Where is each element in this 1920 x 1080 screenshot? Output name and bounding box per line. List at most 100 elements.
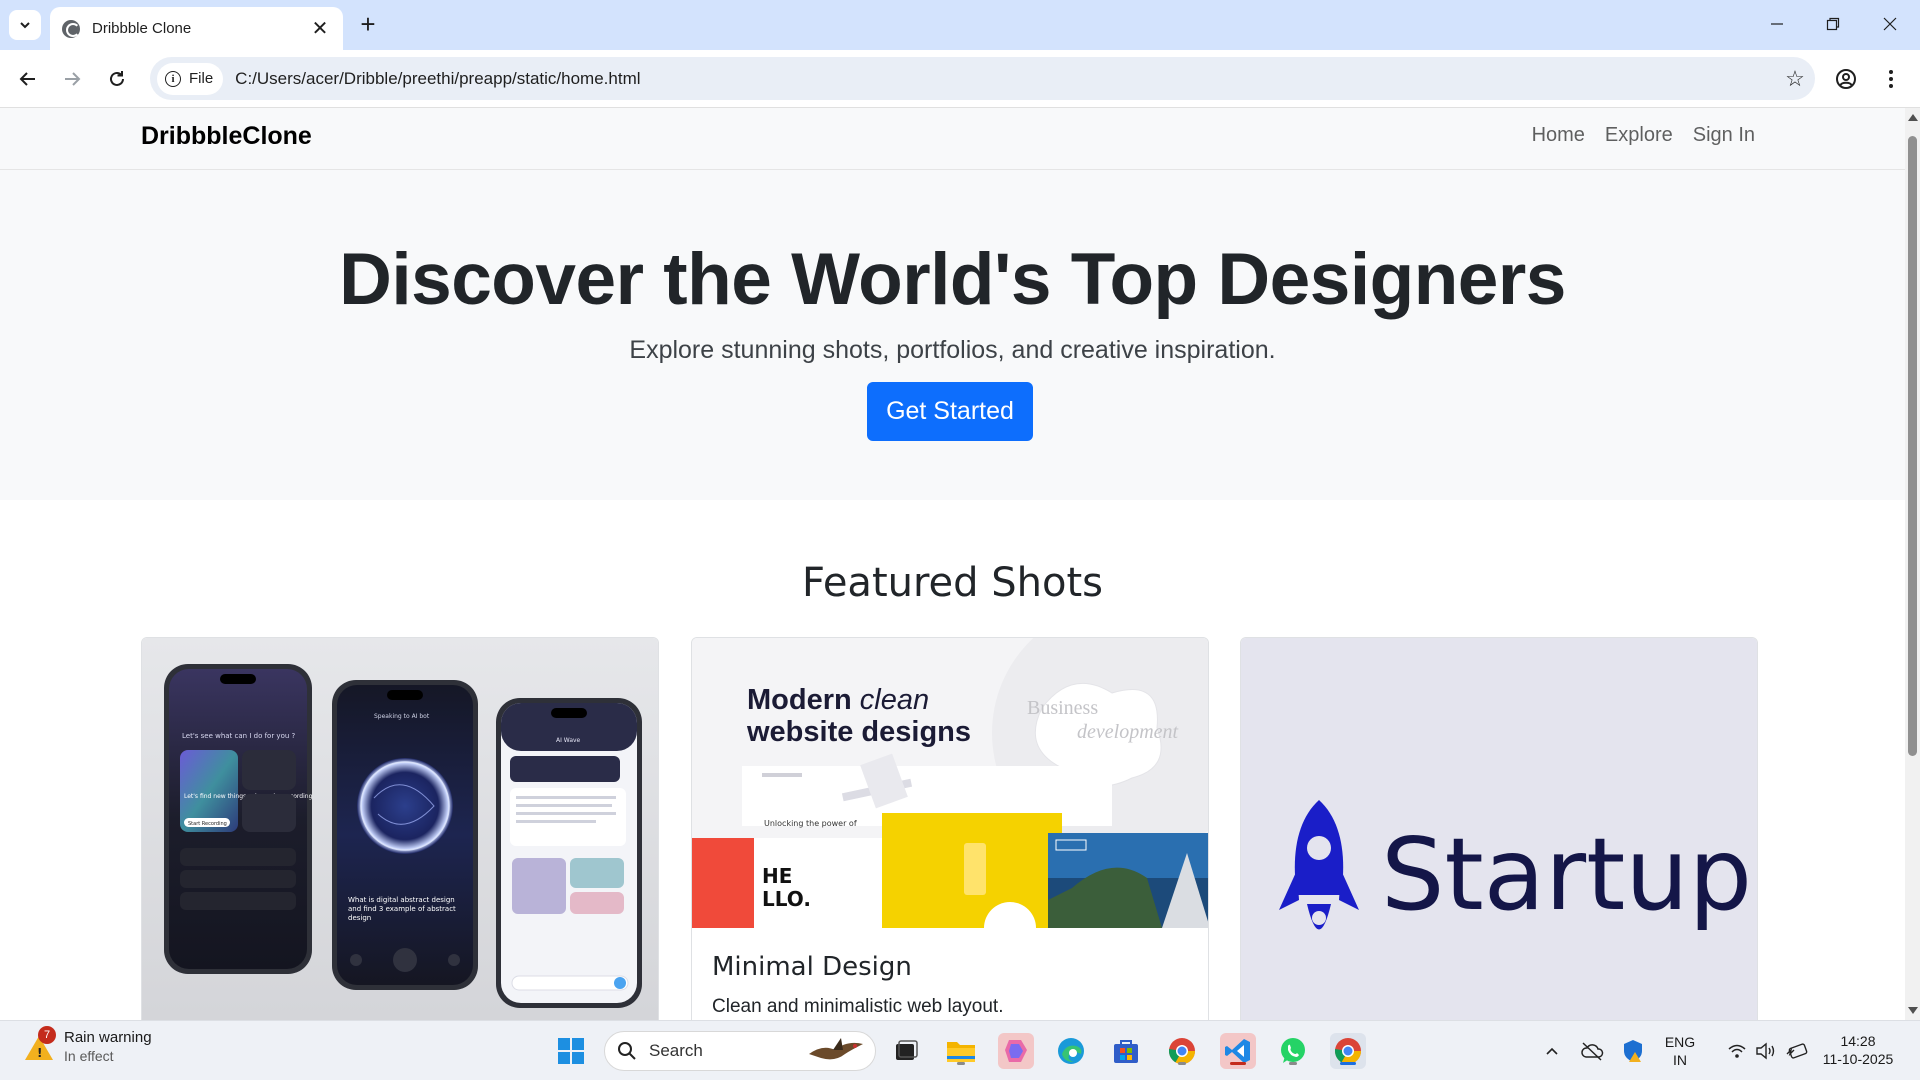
clock-date: 11-10-2025 — [1822, 1051, 1894, 1067]
close-icon — [1883, 17, 1897, 31]
clock[interactable]: 14:28 11-10-2025 — [1812, 1032, 1904, 1068]
browser-tab[interactable]: Dribbble Clone ✕ — [50, 7, 343, 50]
quick-settings-button[interactable] — [1713, 1033, 1823, 1069]
shot-card-startup[interactable]: Startup — [1240, 637, 1758, 1020]
phone1-greeting: Let's see what can I do for you ? — [182, 732, 296, 740]
new-tab-button[interactable]: + — [352, 10, 384, 40]
scroll-up-arrow-icon[interactable] — [1908, 114, 1918, 121]
vscode-button[interactable] — [1220, 1033, 1256, 1069]
volume-icon — [1756, 1042, 1775, 1060]
weather-widget[interactable]: ! 7 Rain warning In effect — [22, 1025, 152, 1064]
reload-icon — [110, 71, 124, 86]
bird-illustration-icon — [809, 1038, 863, 1060]
profile-button[interactable] — [1829, 62, 1863, 96]
weather-badge: 7 — [38, 1025, 56, 1044]
shot-card-ai-app[interactable]: Let's see what can I do for you ? Let's … — [141, 637, 659, 1020]
phone2-header: Speaking to AI bot — [374, 713, 430, 720]
weather-subtitle: In effect — [64, 1048, 114, 1064]
wifi-icon — [1728, 1044, 1746, 1058]
forward-button[interactable] — [55, 62, 89, 96]
address-bar[interactable]: i File C:/Users/acer/Dribble/preethi/pre… — [150, 57, 1815, 100]
task-view-button[interactable] — [888, 1033, 924, 1069]
windows-taskbar: ! 7 Rain warning In effect Search ENG IN… — [0, 1020, 1920, 1080]
site-navbar: DribbbleClone Home Explore Sign In — [0, 108, 1905, 170]
back-button[interactable] — [11, 62, 45, 96]
cloud-off-icon — [1581, 1042, 1604, 1061]
card-body: Minimal Design Clean and minimalistic we… — [692, 928, 1208, 1020]
shot-image-ai-app: Let's see what can I do for you ? Let's … — [142, 638, 658, 1020]
get-started-button[interactable]: Get Started — [867, 382, 1033, 441]
menu-button[interactable] — [1874, 62, 1908, 96]
nav-link-home[interactable]: Home — [1532, 124, 1585, 147]
arrow-left-icon — [19, 72, 35, 86]
startup-logo-text: Startup — [1381, 816, 1753, 933]
windows-logo-icon — [558, 1038, 584, 1064]
start-button[interactable] — [553, 1033, 589, 1069]
chrome-button-2[interactable] — [1330, 1033, 1366, 1069]
business-development-text: Business development — [1027, 697, 1179, 743]
restore-icon — [1826, 17, 1840, 31]
store-icon — [1114, 1040, 1138, 1063]
shot-image-minimal-design: Unlocking the power of HE LLO. Modern cl… — [692, 638, 1208, 928]
browser-tab-strip: Dribbble Clone ✕ + — [0, 0, 1920, 50]
battery-charging-icon — [1786, 1043, 1808, 1059]
page-scrollbar[interactable] — [1905, 108, 1920, 1020]
whatsapp-button[interactable] — [1275, 1033, 1311, 1069]
file-explorer-button[interactable] — [943, 1033, 979, 1069]
edge-button[interactable] — [1053, 1033, 1089, 1069]
bookmark-star-icon[interactable]: ☆ — [1775, 66, 1815, 92]
reload-button[interactable] — [100, 62, 134, 96]
copilot-button[interactable] — [998, 1033, 1034, 1069]
file-chip-label: File — [189, 70, 214, 87]
scroll-thumb[interactable] — [1908, 136, 1917, 756]
task-view-icon — [896, 1040, 918, 1060]
minimal-design-artwork: Unlocking the power of HE LLO. — [692, 638, 1208, 928]
shield-warning-icon — [1624, 1040, 1642, 1062]
url-text[interactable]: C:/Users/acer/Dribble/preethi/preapp/sta… — [235, 69, 1775, 89]
folder-icon — [947, 1042, 975, 1062]
restore-button[interactable] — [1811, 8, 1855, 40]
chevron-down-icon — [20, 22, 30, 29]
tab-search-button[interactable] — [9, 10, 41, 40]
info-icon: i — [165, 70, 181, 87]
nav-link-sign-in[interactable]: Sign In — [1693, 124, 1755, 147]
globe-icon — [62, 19, 80, 38]
site-brand[interactable]: DribbbleClone — [141, 122, 312, 151]
hero-subtitle: Explore stunning shots, portfolios, and … — [629, 336, 1276, 364]
card-text: Clean and minimalistic web layout. — [712, 996, 1004, 1017]
nav-link-explore[interactable]: Explore — [1605, 124, 1673, 147]
running-indicator — [957, 1062, 965, 1065]
hero-title: Discover the World's Top Designers — [339, 239, 1566, 320]
minimize-icon — [1771, 23, 1783, 25]
svg-text:HE: HE — [762, 864, 792, 888]
browser-toolbar: i File C:/Users/acer/Dribble/preethi/pre… — [0, 50, 1920, 108]
shot-image-startup: Startup — [1241, 638, 1757, 1020]
show-hidden-icons-button[interactable] — [1534, 1033, 1570, 1069]
taskbar-search[interactable]: Search — [604, 1031, 876, 1071]
running-indicator — [1178, 1062, 1186, 1065]
hero-section: Discover the World's Top Designers Explo… — [0, 170, 1905, 500]
arrow-right-icon — [65, 72, 81, 86]
chevron-up-icon — [1546, 1047, 1558, 1055]
site-info-chip[interactable]: i File — [157, 62, 224, 95]
language-indicator[interactable]: ENG IN — [1656, 1033, 1704, 1069]
search-icon — [618, 1042, 636, 1060]
phone2-question: What is digital abstract design and find… — [348, 896, 456, 922]
vscode-icon — [1225, 1039, 1250, 1063]
minimize-button[interactable] — [1755, 8, 1799, 40]
featured-shots-title: Featured Shots — [802, 560, 1103, 606]
shot-card-minimal-design[interactable]: Unlocking the power of HE LLO. Modern cl… — [691, 637, 1209, 1020]
rocket-icon — [1279, 800, 1359, 930]
security-button[interactable] — [1615, 1033, 1651, 1069]
search-label: Search — [649, 1041, 703, 1060]
chrome-button-1[interactable] — [1164, 1033, 1200, 1069]
close-window-button[interactable] — [1868, 8, 1912, 40]
clock-time: 14:28 — [1840, 1033, 1876, 1049]
store-button[interactable] — [1108, 1033, 1144, 1069]
phone1-record-button: Start Recording — [188, 821, 227, 827]
edge-browser-icon — [1058, 1038, 1084, 1064]
scroll-down-arrow-icon[interactable] — [1908, 1007, 1918, 1014]
close-tab-icon[interactable]: ✕ — [309, 18, 331, 40]
onedrive-button[interactable] — [1574, 1033, 1610, 1069]
active-indicator — [1340, 1062, 1356, 1065]
